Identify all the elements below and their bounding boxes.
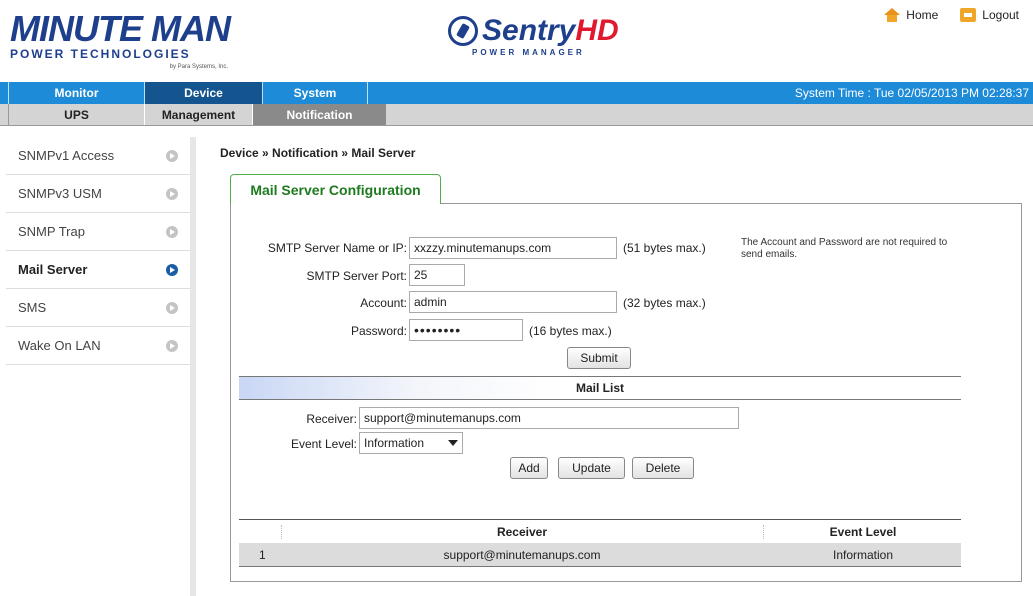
account-password-note: The Account and Password are not require… — [741, 237, 948, 260]
header: MINUTE MAN POWER TECHNOLOGIES by Para Sy… — [0, 0, 1033, 82]
arrow-right-icon — [166, 302, 178, 314]
mail-server-panel: SMTP Server Name or IP: (51 bytes max.) … — [230, 203, 1022, 582]
receiver-label: Receiver: — [306, 412, 357, 426]
sidebar-item-label: Mail Server — [18, 262, 88, 277]
logout-label: Logout — [982, 8, 1019, 22]
sidebar-item-label: SNMPv1 Access — [18, 148, 115, 163]
sidebar-item-sms[interactable]: SMS — [6, 289, 190, 327]
sidebar-item-label: SMS — [18, 300, 47, 315]
logout-icon — [960, 8, 977, 22]
row-event-level: Information — [832, 548, 894, 562]
subnav-management[interactable]: Management — [144, 104, 252, 125]
smtp-server-input[interactable] — [409, 237, 617, 259]
subnav-notification[interactable]: Notification — [252, 104, 386, 125]
sidebar-item-mail-server[interactable]: Mail Server — [6, 251, 190, 289]
event-level-value: Information — [364, 436, 425, 450]
submit-button[interactable]: Submit — [567, 347, 631, 369]
nav-system[interactable]: System — [262, 82, 368, 104]
smtp-port-input[interactable] — [409, 264, 465, 286]
nav-monitor[interactable]: Monitor — [8, 82, 144, 104]
password-input[interactable] — [409, 319, 523, 341]
sidebar-item-snmpv1-access[interactable]: SNMPv1 Access — [6, 137, 190, 175]
password-label: Password: — [350, 324, 407, 338]
password-hint: (16 bytes max.) — [529, 324, 612, 338]
arrow-right-icon — [166, 150, 178, 162]
sidebar: SNMPv1 Access SNMPv3 USM SNMP Trap Mail … — [0, 137, 196, 596]
column-header-receiver[interactable]: Receiver — [283, 520, 761, 544]
plug-icon — [448, 16, 478, 46]
account-label: Account: — [360, 296, 407, 310]
arrow-right-icon — [166, 340, 178, 352]
table-row[interactable]: 1 support@minutemanups.com Information — [239, 543, 961, 567]
home-link[interactable]: Home — [884, 8, 938, 22]
account-hint: (32 bytes max.) — [623, 296, 706, 310]
top-links: Home Logout — [884, 8, 1019, 22]
sidebar-item-wake-on-lan[interactable]: Wake On LAN — [6, 327, 190, 365]
product-sub: POWER MANAGER — [472, 48, 585, 57]
tab-mail-server-configuration[interactable]: Mail Server Configuration — [230, 174, 441, 204]
chevron-down-icon — [448, 440, 458, 446]
system-time: System Time : Tue 02/05/2013 PM 02:28:37 — [794, 86, 1029, 100]
smtp-port-label: SMTP Server Port: — [306, 269, 407, 283]
sub-nav: UPS Management Notification — [0, 104, 1033, 126]
smtp-server-hint: (51 bytes max.) — [623, 241, 706, 255]
logout-link[interactable]: Logout — [960, 8, 1019, 22]
row-index: 1 — [259, 548, 266, 562]
receiver-input[interactable] — [359, 407, 739, 429]
logo-main-text: MINUTE MAN — [10, 8, 231, 49]
sidebar-item-label: Wake On LAN — [18, 338, 101, 353]
column-divider — [281, 525, 282, 539]
event-level-select[interactable]: Information — [359, 432, 463, 454]
sidebar-item-label: SNMPv3 USM — [18, 186, 102, 201]
arrow-right-icon — [166, 226, 178, 238]
account-input[interactable] — [409, 291, 617, 313]
column-divider — [763, 525, 764, 539]
event-level-label: Event Level: — [290, 437, 357, 451]
delete-button[interactable]: Delete — [632, 457, 694, 479]
nav-device[interactable]: Device — [144, 82, 262, 104]
sentryhd-logo: SentryHD POWER MANAGER — [448, 14, 628, 66]
mail-list-header: Mail List — [239, 376, 961, 400]
main-nav: Monitor Device System System Time : Tue … — [0, 82, 1033, 104]
column-header-event-level[interactable]: Event Level — [765, 520, 961, 544]
product-name: SentryHD — [448, 14, 628, 48]
update-button[interactable]: Update — [558, 457, 625, 479]
breadcrumb: Device » Notification » Mail Server — [220, 146, 416, 160]
add-button[interactable]: Add — [510, 457, 548, 479]
logo-sub-text: POWER TECHNOLOGIES — [10, 47, 191, 61]
smtp-server-label: SMTP Server Name or IP: — [267, 241, 407, 255]
sidebar-item-snmp-trap[interactable]: SNMP Trap — [6, 213, 190, 251]
mail-list-table-header: Receiver Event Level — [239, 519, 961, 543]
home-icon — [884, 8, 901, 22]
logo-tiny-text: by Para Systems, Inc. — [169, 64, 228, 70]
arrow-right-icon — [166, 264, 178, 276]
minuteman-logo: MINUTE MAN POWER TECHNOLOGIES by Para Sy… — [10, 8, 232, 71]
arrow-right-icon — [166, 188, 178, 200]
sidebar-item-label: SNMP Trap — [18, 224, 85, 239]
home-label: Home — [906, 8, 939, 22]
subnav-ups[interactable]: UPS — [8, 104, 144, 125]
product-main: Sentry — [482, 14, 576, 47]
product-hd: HD — [575, 14, 619, 47]
row-receiver: support@minutemanups.com — [443, 548, 601, 562]
sidebar-item-snmpv3-usm[interactable]: SNMPv3 USM — [6, 175, 190, 213]
